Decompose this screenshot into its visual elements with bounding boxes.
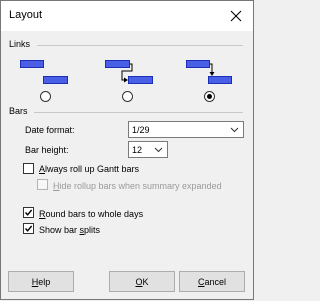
bars-group-label: Bars — [9, 106, 28, 116]
label-part: K — [142, 276, 149, 287]
bar-height-select[interactable]: 12 — [128, 141, 168, 158]
round-bars-checkbox[interactable] — [23, 207, 34, 218]
ok-button[interactable]: OK — [109, 271, 175, 292]
checkmark-icon — [24, 225, 33, 232]
chevron-down-icon — [154, 147, 163, 153]
always-rollup-checkbox[interactable] — [23, 163, 34, 174]
label-part: ound bars to whole days — [45, 209, 144, 219]
access-key: O — [135, 276, 143, 287]
chevron-down-icon — [230, 127, 239, 133]
cancel-button[interactable]: Cancel — [179, 271, 245, 292]
link-style-drop-radio[interactable] — [204, 91, 215, 102]
hide-rollup-label: Hide rollup bars when summary expanded — [53, 181, 222, 191]
bars-separator — [34, 112, 243, 113]
label-part: elp — [38, 276, 51, 287]
help-button[interactable]: Help — [8, 271, 74, 292]
label-part: lways roll up Gantt bars — [45, 164, 140, 174]
bar-height-value: 12 — [132, 145, 143, 155]
hide-rollup-checkbox[interactable] — [37, 179, 48, 190]
date-format-select[interactable]: 1/29 — [128, 121, 244, 138]
show-splits-label[interactable]: Show bar splits — [39, 225, 100, 235]
link-style-connected-radio[interactable] — [122, 91, 133, 102]
round-bars-label[interactable]: Round bars to whole days — [39, 209, 143, 219]
date-format-value: 1/29 — [132, 125, 150, 135]
checkmark-icon — [24, 209, 33, 216]
label-part: ide rollup bars when summary expanded — [59, 181, 222, 191]
link-style-no-lines-radio[interactable] — [40, 91, 51, 102]
label-part: Show bar — [39, 225, 80, 235]
radio-selected-dot — [207, 94, 212, 99]
label-part: ancel — [204, 276, 226, 287]
label-part: plits — [84, 225, 101, 235]
date-format-label: Date format: — [25, 125, 75, 135]
bar-height-label: Bar height: — [25, 145, 69, 155]
always-rollup-label[interactable]: Always roll up Gantt bars — [39, 164, 139, 174]
layout-dialog: Layout Links Bars Date format: 1/29 Bar … — [0, 0, 254, 300]
show-splits-checkbox[interactable] — [23, 223, 34, 234]
